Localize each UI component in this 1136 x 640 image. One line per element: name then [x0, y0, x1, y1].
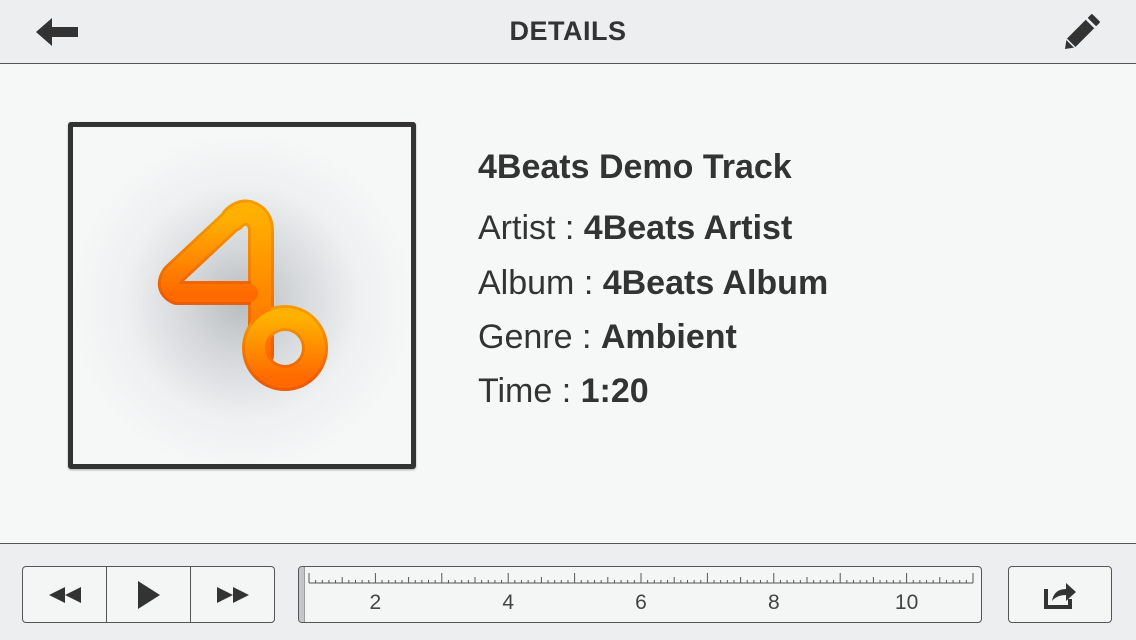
share-icon	[1044, 582, 1076, 609]
album-value: 4Beats Album	[602, 264, 829, 302]
rewind-button[interactable]	[23, 567, 106, 622]
timeline-label: 6	[635, 591, 647, 614]
time-label: Time :	[478, 372, 581, 410]
artist-value: 4Beats Artist	[583, 209, 793, 247]
genre-label: Genre :	[478, 318, 601, 356]
track-title: 4Beats Demo Track	[478, 148, 792, 186]
transport-controls	[22, 566, 275, 623]
timeline-label: 2	[369, 591, 382, 614]
play-icon	[137, 580, 160, 609]
timeline-label: 8	[767, 591, 780, 614]
artist-label: Artist :	[478, 209, 584, 247]
genre-value: Ambient	[600, 318, 737, 356]
timeline-label: 4	[502, 591, 515, 614]
share-button[interactable]	[1008, 566, 1112, 623]
rewind-icon	[48, 586, 81, 603]
pencil-icon	[1065, 14, 1100, 49]
artist-row: Artist : 4Beats Artist	[478, 209, 792, 248]
fast-forward-button[interactable]	[190, 567, 274, 622]
album-label: Album :	[478, 264, 603, 302]
top-bar: DETAILS	[0, 0, 1136, 64]
genre-row: Genre : Ambient	[478, 318, 737, 357]
4beats-logo-icon	[157, 199, 328, 391]
edit-button[interactable]	[1052, 8, 1112, 56]
page-title: DETAILS	[509, 16, 627, 46]
timeline-scrubber[interactable]: 2 4 6 8 10	[298, 566, 982, 623]
album-row: Album : 4Beats Album	[478, 264, 828, 303]
time-value: 1:20	[580, 372, 649, 410]
time-row: Time : 1:20	[478, 372, 649, 411]
fast-forward-icon	[216, 586, 249, 603]
play-button[interactable]	[106, 567, 190, 622]
timeline-label: 10	[894, 591, 919, 614]
album-artwork	[68, 122, 416, 469]
